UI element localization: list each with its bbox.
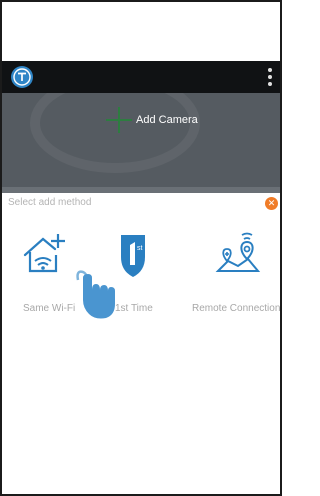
background-glow xyxy=(30,93,200,173)
remote-location-icon xyxy=(215,232,261,272)
phone-frame: Add Camera Select add method ✕ Same Wi-F… xyxy=(0,0,282,496)
sheet-title: Select add method xyxy=(8,197,92,208)
tap-hand-icon xyxy=(70,266,118,322)
app-logo-icon xyxy=(10,65,34,89)
camera-preview-area: Add Camera xyxy=(2,93,280,187)
add-method-header: Select add method ✕ xyxy=(2,193,280,215)
close-icon: ✕ xyxy=(267,198,276,208)
method-label-first-time: 1st Time xyxy=(115,303,153,314)
add-method-list: Same Wi-Fi st 1st Time Remote Connection xyxy=(2,214,280,494)
method-label-same-wifi: Same Wi-Fi xyxy=(23,303,76,314)
method-remote-connection[interactable]: Remote Connection xyxy=(192,231,280,314)
status-space xyxy=(2,2,280,61)
svg-text:st: st xyxy=(137,245,143,252)
more-menu-icon[interactable] xyxy=(266,65,274,89)
plus-icon xyxy=(106,107,132,133)
add-camera-button[interactable]: Add Camera xyxy=(106,107,198,133)
method-label-remote-connection: Remote Connection xyxy=(192,303,281,314)
add-camera-label: Add Camera xyxy=(136,114,198,126)
home-plus-icon xyxy=(23,234,65,273)
close-button[interactable]: ✕ xyxy=(265,197,278,210)
app-bar xyxy=(2,61,280,93)
